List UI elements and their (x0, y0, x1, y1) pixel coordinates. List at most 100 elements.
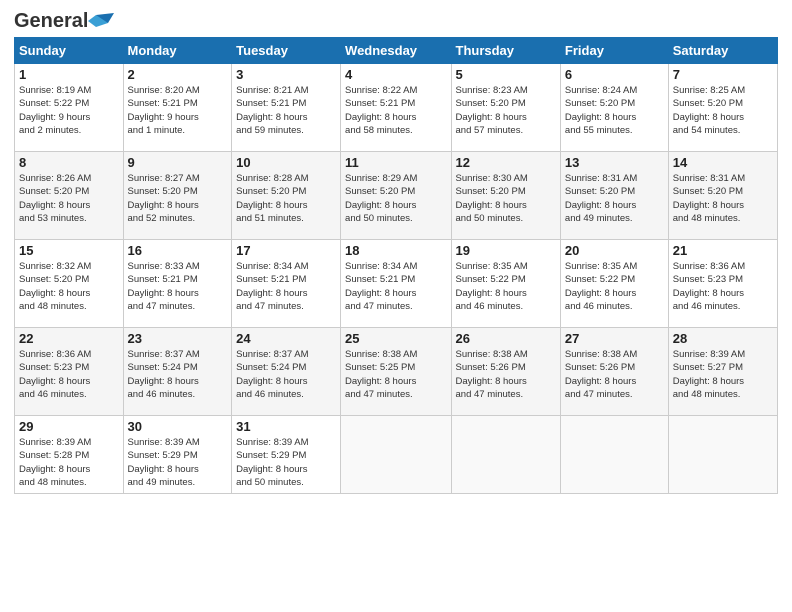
day-info: Sunrise: 8:36 AM Sunset: 5:23 PM Dayligh… (19, 348, 119, 401)
day-info: Sunrise: 8:22 AM Sunset: 5:21 PM Dayligh… (345, 84, 446, 137)
day-number: 28 (673, 331, 773, 346)
day-number: 5 (456, 67, 556, 82)
day-info: Sunrise: 8:37 AM Sunset: 5:24 PM Dayligh… (236, 348, 336, 401)
day-number: 11 (345, 155, 446, 170)
day-number: 25 (345, 331, 446, 346)
weekday-friday: Friday (560, 38, 668, 64)
calendar-cell: 10 Sunrise: 8:28 AM Sunset: 5:20 PM Dayli… (232, 152, 341, 240)
calendar-cell: 15 Sunrise: 8:32 AM Sunset: 5:20 PM Dayli… (15, 240, 124, 328)
day-info: Sunrise: 8:31 AM Sunset: 5:20 PM Dayligh… (565, 172, 664, 225)
day-number: 31 (236, 419, 336, 434)
day-info: Sunrise: 8:19 AM Sunset: 5:22 PM Dayligh… (19, 84, 119, 137)
logo-bird-icon (88, 13, 114, 31)
day-info: Sunrise: 8:38 AM Sunset: 5:26 PM Dayligh… (565, 348, 664, 401)
day-info: Sunrise: 8:24 AM Sunset: 5:20 PM Dayligh… (565, 84, 664, 137)
calendar-cell: 18 Sunrise: 8:34 AM Sunset: 5:21 PM Dayli… (341, 240, 451, 328)
weekday-thursday: Thursday (451, 38, 560, 64)
day-number: 19 (456, 243, 556, 258)
weekday-header-row: SundayMondayTuesdayWednesdayThursdayFrid… (15, 38, 778, 64)
calendar-cell (560, 416, 668, 494)
day-number: 15 (19, 243, 119, 258)
day-info: Sunrise: 8:33 AM Sunset: 5:21 PM Dayligh… (128, 260, 228, 313)
calendar-cell: 5 Sunrise: 8:23 AM Sunset: 5:20 PM Daylig… (451, 64, 560, 152)
day-info: Sunrise: 8:25 AM Sunset: 5:20 PM Dayligh… (673, 84, 773, 137)
day-info: Sunrise: 8:34 AM Sunset: 5:21 PM Dayligh… (345, 260, 446, 313)
calendar-cell: 19 Sunrise: 8:35 AM Sunset: 5:22 PM Dayli… (451, 240, 560, 328)
day-number: 24 (236, 331, 336, 346)
day-info: Sunrise: 8:39 AM Sunset: 5:27 PM Dayligh… (673, 348, 773, 401)
calendar-cell: 13 Sunrise: 8:31 AM Sunset: 5:20 PM Dayli… (560, 152, 668, 240)
calendar-cell: 4 Sunrise: 8:22 AM Sunset: 5:21 PM Daylig… (341, 64, 451, 152)
calendar-cell: 16 Sunrise: 8:33 AM Sunset: 5:21 PM Dayli… (123, 240, 232, 328)
calendar-cell: 12 Sunrise: 8:30 AM Sunset: 5:20 PM Dayli… (451, 152, 560, 240)
day-info: Sunrise: 8:21 AM Sunset: 5:21 PM Dayligh… (236, 84, 336, 137)
day-info: Sunrise: 8:35 AM Sunset: 5:22 PM Dayligh… (565, 260, 664, 313)
day-number: 6 (565, 67, 664, 82)
day-number: 17 (236, 243, 336, 258)
day-number: 3 (236, 67, 336, 82)
calendar-cell (341, 416, 451, 494)
calendar-cell: 25Sunrise: 8:38 AM Sunset: 5:25 PM Dayli… (341, 328, 451, 416)
weekday-tuesday: Tuesday (232, 38, 341, 64)
calendar-cell: 8Sunrise: 8:26 AM Sunset: 5:20 PM Daylig… (15, 152, 124, 240)
weekday-saturday: Saturday (668, 38, 777, 64)
weekday-sunday: Sunday (15, 38, 124, 64)
day-number: 1 (19, 67, 119, 82)
day-number: 7 (673, 67, 773, 82)
day-info: Sunrise: 8:26 AM Sunset: 5:20 PM Dayligh… (19, 172, 119, 225)
calendar-cell: 31 Sunrise: 8:39 AM Sunset: 5:29 PM Dayli… (232, 416, 341, 494)
day-number: 12 (456, 155, 556, 170)
day-number: 30 (128, 419, 228, 434)
header: General (14, 10, 778, 29)
day-info: Sunrise: 8:35 AM Sunset: 5:22 PM Dayligh… (456, 260, 556, 313)
day-number: 26 (456, 331, 556, 346)
logo: General (14, 10, 114, 29)
day-info: Sunrise: 8:36 AM Sunset: 5:23 PM Dayligh… (673, 260, 773, 313)
weekday-monday: Monday (123, 38, 232, 64)
day-number: 27 (565, 331, 664, 346)
day-info: Sunrise: 8:39 AM Sunset: 5:29 PM Dayligh… (236, 436, 336, 489)
calendar-cell: 22Sunrise: 8:36 AM Sunset: 5:23 PM Dayli… (15, 328, 124, 416)
calendar-cell (451, 416, 560, 494)
calendar-cell: 9Sunrise: 8:27 AM Sunset: 5:20 PM Daylig… (123, 152, 232, 240)
calendar-cell: 11 Sunrise: 8:29 AM Sunset: 5:20 PM Dayli… (341, 152, 451, 240)
day-info: Sunrise: 8:39 AM Sunset: 5:29 PM Dayligh… (128, 436, 228, 489)
day-info: Sunrise: 8:23 AM Sunset: 5:20 PM Dayligh… (456, 84, 556, 137)
logo-general: General (14, 10, 88, 33)
day-number: 20 (565, 243, 664, 258)
calendar-cell: 27 Sunrise: 8:38 AM Sunset: 5:26 PM Dayli… (560, 328, 668, 416)
page-container: General SundayMondayTuesdayWednesdayThur… (0, 0, 792, 502)
day-info: Sunrise: 8:31 AM Sunset: 5:20 PM Dayligh… (673, 172, 773, 225)
calendar-cell: 24 Sunrise: 8:37 AM Sunset: 5:24 PM Dayli… (232, 328, 341, 416)
calendar-cell: 1 Sunrise: 8:19 AM Sunset: 5:22 PM Daylig… (15, 64, 124, 152)
calendar-cell: 6 Sunrise: 8:24 AM Sunset: 5:20 PM Daylig… (560, 64, 668, 152)
calendar-cell: 20 Sunrise: 8:35 AM Sunset: 5:22 PM Dayli… (560, 240, 668, 328)
day-number: 13 (565, 155, 664, 170)
calendar-cell: 17 Sunrise: 8:34 AM Sunset: 5:21 PM Dayli… (232, 240, 341, 328)
day-number: 4 (345, 67, 446, 82)
day-number: 18 (345, 243, 446, 258)
day-number: 16 (128, 243, 228, 258)
day-info: Sunrise: 8:20 AM Sunset: 5:21 PM Dayligh… (128, 84, 228, 137)
calendar-cell: 23 Sunrise: 8:37 AM Sunset: 5:24 PM Dayli… (123, 328, 232, 416)
day-info: Sunrise: 8:30 AM Sunset: 5:20 PM Dayligh… (456, 172, 556, 225)
day-info: Sunrise: 8:39 AM Sunset: 5:28 PM Dayligh… (19, 436, 119, 489)
calendar-cell: 7 Sunrise: 8:25 AM Sunset: 5:20 PM Daylig… (668, 64, 777, 152)
calendar-cell: 26 Sunrise: 8:38 AM Sunset: 5:26 PM Dayli… (451, 328, 560, 416)
calendar-cell: 30 Sunrise: 8:39 AM Sunset: 5:29 PM Dayli… (123, 416, 232, 494)
day-info: Sunrise: 8:32 AM Sunset: 5:20 PM Dayligh… (19, 260, 119, 313)
calendar-cell: 29 Sunrise: 8:39 AM Sunset: 5:28 PM Dayli… (15, 416, 124, 494)
day-info: Sunrise: 8:37 AM Sunset: 5:24 PM Dayligh… (128, 348, 228, 401)
day-info: Sunrise: 8:29 AM Sunset: 5:20 PM Dayligh… (345, 172, 446, 225)
day-number: 2 (128, 67, 228, 82)
weekday-wednesday: Wednesday (341, 38, 451, 64)
calendar-cell (668, 416, 777, 494)
calendar-cell: 28 Sunrise: 8:39 AM Sunset: 5:27 PM Dayli… (668, 328, 777, 416)
day-info: Sunrise: 8:38 AM Sunset: 5:26 PM Dayligh… (456, 348, 556, 401)
day-info: Sunrise: 8:28 AM Sunset: 5:20 PM Dayligh… (236, 172, 336, 225)
day-number: 10 (236, 155, 336, 170)
day-number: 23 (128, 331, 228, 346)
day-number: 29 (19, 419, 119, 434)
calendar-cell: 2 Sunrise: 8:20 AM Sunset: 5:21 PM Daylig… (123, 64, 232, 152)
day-info: Sunrise: 8:34 AM Sunset: 5:21 PM Dayligh… (236, 260, 336, 313)
